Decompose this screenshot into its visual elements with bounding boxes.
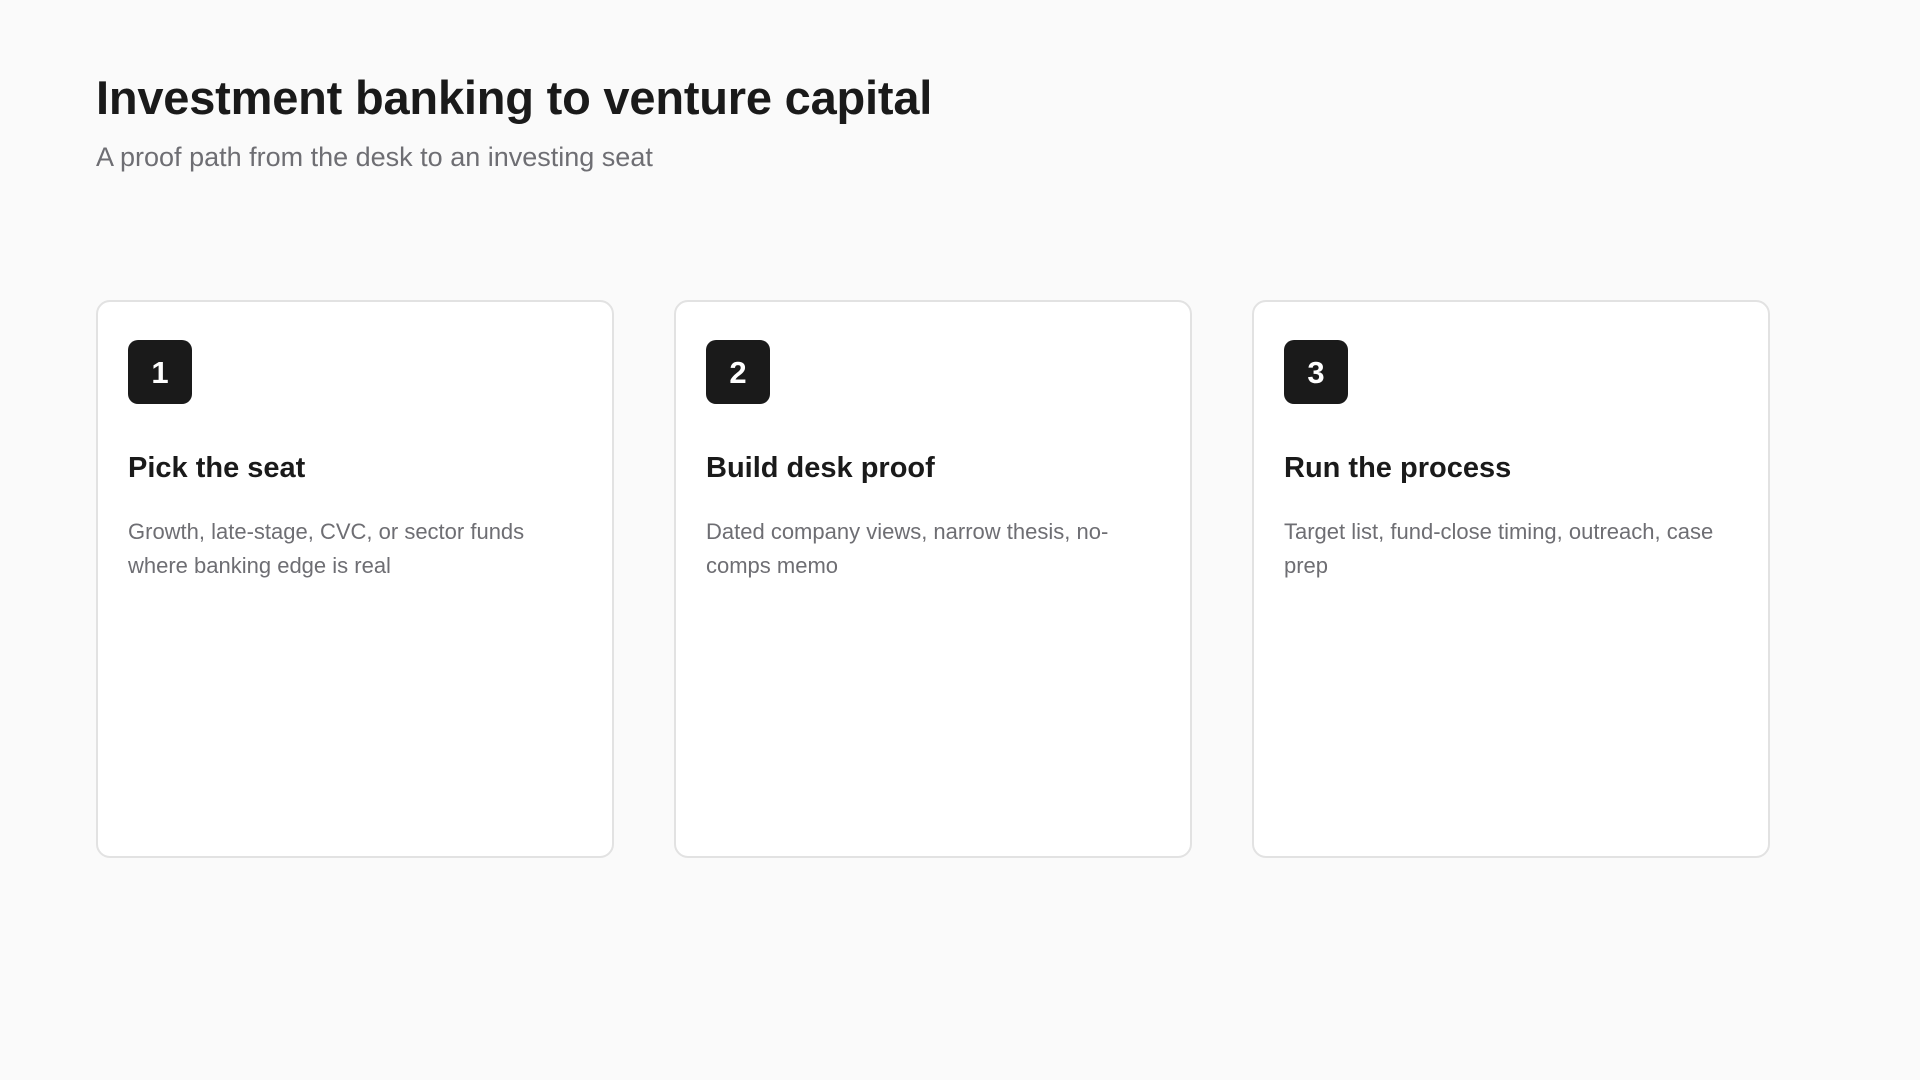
step-number-badge: 1 — [128, 340, 192, 404]
step-card-1: 1 Pick the seat Growth, late-stage, CVC,… — [96, 300, 614, 858]
step-card-2: 2 Build desk proof Dated company views, … — [674, 300, 1192, 858]
step-description: Growth, late-stage, CVC, or sector funds… — [128, 519, 525, 578]
step-description: Target list, fund-close timing, outreach… — [1284, 519, 1714, 578]
step-number-badge: 2 — [706, 340, 770, 404]
page-subtitle: A proof path from the desk to an investi… — [96, 142, 653, 172]
page: Investment banking to venture capital A … — [96, 0, 1824, 1080]
step-card-3: 3 Run the process Target list, fund-clos… — [1252, 300, 1770, 858]
steps-row: 1 Pick the seat Growth, late-stage, CVC,… — [96, 300, 1770, 858]
step-title: Run the process — [1284, 452, 1512, 484]
step-number-badge: 3 — [1284, 340, 1348, 404]
page-title: Investment banking to venture capital — [96, 71, 933, 124]
step-title: Pick the seat — [128, 452, 306, 484]
step-description: Dated company views, narrow thesis, no-c… — [706, 519, 1109, 578]
step-title: Build desk proof — [706, 452, 935, 484]
